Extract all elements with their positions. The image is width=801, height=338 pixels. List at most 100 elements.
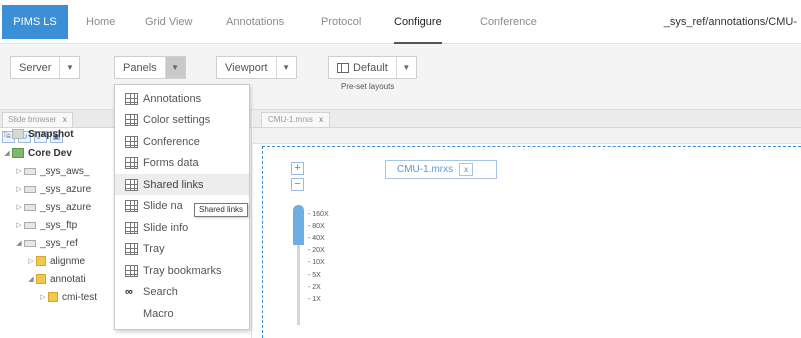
zoom-level-label[interactable]: - 80X [308,223,325,230]
panels-button[interactable]: Panels ▼ [114,56,186,79]
panels-menu-item[interactable]: Shared links [115,174,249,195]
viewer-tab-close-icon[interactable]: x [319,115,323,124]
shared-links-icon [125,178,138,191]
slide-browser-close-icon[interactable]: x [63,115,67,124]
panels-menu-item[interactable]: Macro [115,303,249,324]
color-settings-icon [125,114,138,126]
panels-menu-item[interactable]: ∞ Search [115,282,249,303]
tree-node[interactable]: ▷ cmi-test [38,289,97,305]
nav-tab-conference[interactable]: Conference [480,0,537,44]
tree-node-label: Snapshot [28,128,74,140]
macro-blank-icon [125,307,138,320]
zoom-level-label[interactable]: - 10X [308,259,325,266]
slide-chip-close-icon[interactable]: x [459,163,474,176]
pims-logo[interactable]: PIMS LS [2,5,68,39]
drive-icon [24,167,36,175]
panels-button-label: Panels [123,61,157,74]
tree-node-label: _sys_ftp [40,219,78,231]
tree-node-label: _sys_azure [40,201,92,213]
folder-icon [36,274,46,284]
slide-chip-label: CMU-1.mrxs [397,164,454,175]
viewport-dropdown-arrow-icon[interactable]: ▼ [275,57,296,78]
panels-menu-item[interactable]: Forms data [115,153,249,174]
zoom-level-label[interactable]: - 5X [308,272,321,279]
drive-icon [24,185,36,193]
panels-menu-item-label: Conference [143,135,200,148]
panels-menu-item-label: Macro [143,307,174,320]
nav-tab-protocol[interactable]: Protocol [321,0,361,44]
shared-links-tooltip: Shared links [194,203,249,217]
tree-node[interactable]: ▷ _sys_azure [14,199,91,215]
drive-icon [24,239,36,247]
tree-node[interactable]: ◢ _sys_ref [14,235,78,251]
nav-tab-home[interactable]: Home [86,0,115,44]
panels-menu-item-label: Slide info [143,221,189,234]
tree-collapsed-icon[interactable]: ▷ [38,293,48,301]
default-layout-label: Default [353,61,388,74]
zoom-slider-track[interactable] [297,245,300,325]
zoom-level-label[interactable]: - 20X [308,247,325,254]
tree-collapsed-icon[interactable]: ▷ [14,203,24,211]
tree-node[interactable]: ▷ Snapshot [2,126,74,142]
tree-node[interactable]: ▷ _sys_aws_ [14,163,89,179]
slide-name-chip[interactable]: CMU-1.mrxs x [385,160,497,179]
default-layout-content: Default [329,62,396,74]
zoom-level-label[interactable]: - 2X [308,284,321,291]
tree-node[interactable]: ▷ alignme [26,253,85,269]
tree-collapsed-icon[interactable]: ▷ [26,257,36,265]
zoom-slider[interactable] [293,205,304,325]
server-dropdown-arrow-icon[interactable]: ▼ [59,57,79,78]
slide-viewport[interactable] [262,146,801,338]
panels-menu-item[interactable]: Conference [115,131,249,152]
tree-expanded-icon[interactable]: ◢ [14,239,24,247]
zoom-level-label[interactable]: - 1X [308,296,321,303]
tree-collapsed-icon[interactable]: ▷ [2,130,12,138]
viewer-slide-tab[interactable]: CMU-1.mrxs x [261,112,331,127]
viewport-button[interactable]: Viewport ▼ [216,56,297,79]
panels-menu-item[interactable]: Tray bookmarks [115,260,249,281]
tree-expanded-icon[interactable]: ◢ [2,149,12,157]
panels-menu-item-label: Forms data [143,157,199,169]
tree-node[interactable]: ◢ Core Dev [2,145,72,161]
viewer-tabbar: CMU-1.mrxs x [253,110,801,128]
zoom-in-button[interactable]: + [291,162,304,175]
tray-bookmarks-icon [125,264,138,277]
panels-menu-item[interactable]: Annotations [115,88,249,109]
tree-node-label: _sys_aws_ [40,165,90,177]
tree-collapsed-icon[interactable]: ▷ [14,167,24,175]
default-layout-dropdown-arrow-icon[interactable]: ▼ [395,57,416,78]
panels-dropdown-arrow-icon[interactable]: ▼ [164,57,185,78]
tree-collapsed-icon[interactable]: ▷ [14,221,24,229]
zoom-out-button[interactable]: − [291,178,304,191]
viewer-header-strip [253,128,801,144]
tree-node[interactable]: ▷ _sys_azure [14,181,91,197]
panels-menu-item-label: Tray [143,243,165,255]
panels-menu-item-label: Tray bookmarks [143,264,222,277]
forms-data-icon [125,157,138,169]
tree-node[interactable]: ◢ annotati [26,271,86,287]
nav-tab-annotations[interactable]: Annotations [226,0,284,44]
tree-node[interactable]: ▷ _sys_ftp [14,217,77,233]
tray-icon [125,243,138,255]
drive-icon [24,203,36,211]
default-layout-button[interactable]: Default ▼ [328,56,417,79]
tree-node-label: annotati [50,273,86,285]
nav-tab-configure[interactable]: Configure [394,0,442,44]
panels-menu-item-label: Annotations [143,92,202,105]
server-green-icon [12,148,24,158]
server-button[interactable]: Server ▼ [10,56,81,79]
tree-collapsed-icon[interactable]: ▷ [14,185,24,193]
folder-icon [48,292,58,302]
panels-menu-item[interactable]: Color settings [115,110,249,131]
zoom-level-label[interactable]: - 40X [308,235,325,242]
zoom-level-label[interactable]: - 160X [308,211,329,218]
nav-tab-grid-view[interactable]: Grid View [145,0,192,44]
tree-node-label: Core Dev [28,147,72,159]
slide-info-icon [125,221,138,234]
panels-menu-item[interactable]: Tray [115,239,249,260]
tree-expanded-icon[interactable]: ◢ [26,275,36,283]
conference-icon [125,135,138,148]
panels-menu-item[interactable]: Slide info [115,217,249,238]
server-button-label: Server [19,61,52,74]
slide-browser-tab[interactable]: Slide browser x [2,112,73,127]
